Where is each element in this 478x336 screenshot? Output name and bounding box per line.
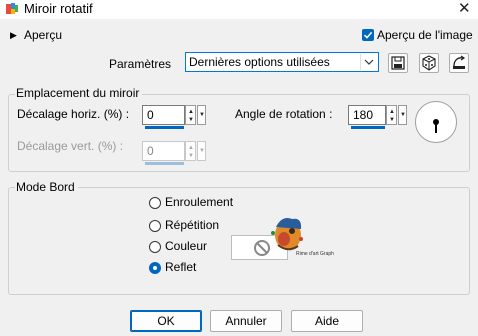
divider — [360, 54, 361, 70]
value-bar — [145, 162, 184, 165]
edge-mode-title: Mode Bord — [15, 180, 78, 194]
up-arrow-icon: ▲ — [188, 145, 194, 151]
radio-color[interactable] — [149, 241, 161, 253]
rotation-angle-dropdown[interactable]: ▼ — [398, 105, 407, 125]
horiz-offset-value: 0 — [147, 108, 154, 122]
watermark-text: Rime d'art Graph — [296, 251, 334, 257]
value-bar — [145, 126, 184, 129]
radio-reflect-label[interactable]: Reflet — [165, 260, 196, 274]
vert-offset-spinner: ▲ ▼ — [185, 141, 196, 161]
down-arrow-icon: ▼ — [188, 153, 194, 159]
radio-reflect[interactable] — [149, 262, 161, 274]
horiz-offset-dropdown[interactable]: ▼ — [197, 105, 206, 125]
radio-repeat[interactable] — [149, 220, 161, 232]
params-select-value: Dernières options utilisées — [189, 55, 330, 69]
params-label: Paramètres — [109, 57, 172, 71]
dial-needle-icon — [433, 119, 439, 133]
params-select[interactable]: Dernières options utilisées — [185, 52, 379, 72]
close-icon[interactable]: ✕ — [458, 0, 471, 17]
save-preset-button[interactable] — [388, 53, 408, 73]
reset-button[interactable] — [449, 53, 469, 73]
vert-offset-input: 0 — [142, 141, 185, 165]
chevron-down-icon: ▼ — [199, 112, 205, 118]
up-arrow-icon: ▲ — [188, 109, 194, 115]
floppy-icon — [391, 56, 405, 70]
image-preview-checkbox[interactable] — [362, 29, 374, 41]
vert-offset-value: 0 — [147, 144, 154, 158]
cancel-button[interactable]: Annuler — [210, 310, 282, 332]
reset-icon — [453, 55, 466, 69]
image-preview-label[interactable]: Aperçu de l'image — [377, 28, 473, 42]
rotation-angle-input[interactable]: 180 — [348, 105, 386, 129]
vert-offset-label: Décalage vert. (%) : — [17, 139, 124, 153]
horiz-offset-label: Décalage horiz. (%) : — [17, 107, 130, 121]
rotation-angle-value: 180 — [353, 108, 374, 122]
app-icon — [5, 2, 19, 16]
window-title: Miroir rotatif — [24, 1, 93, 16]
rotation-dial[interactable] — [415, 101, 457, 143]
chevron-down-icon — [364, 59, 374, 65]
ok-button[interactable]: OK — [130, 310, 202, 332]
checkmark-icon — [363, 31, 373, 39]
radio-repeat-label[interactable]: Répétition — [165, 218, 219, 232]
mirror-position-title: Emplacement du miroir — [15, 86, 143, 100]
horiz-offset-spinner[interactable]: ▲ ▼ — [185, 105, 196, 125]
chevron-down-icon: ▼ — [199, 148, 205, 154]
help-button[interactable]: Aide — [291, 310, 363, 332]
chevron-down-icon: ▼ — [400, 112, 406, 118]
up-arrow-icon: ▲ — [389, 109, 395, 115]
radio-color-label[interactable]: Couleur — [165, 239, 207, 253]
down-arrow-icon: ▼ — [389, 117, 395, 123]
value-bar — [351, 126, 385, 129]
radio-wrap-label[interactable]: Enroulement — [165, 195, 233, 209]
expand-arrow-icon[interactable]: ▶ — [10, 30, 17, 41]
randomize-button[interactable] — [419, 53, 439, 73]
down-arrow-icon: ▼ — [188, 117, 194, 123]
dice-icon — [422, 55, 436, 71]
vert-offset-dropdown: ▼ — [197, 141, 206, 161]
horiz-offset-input[interactable]: 0 — [142, 105, 185, 129]
rotation-angle-label: Angle de rotation : — [235, 107, 333, 121]
preview-toggle[interactable]: Aperçu — [24, 28, 62, 42]
rotation-angle-spinner[interactable]: ▲ ▼ — [386, 105, 397, 125]
radio-wrap[interactable] — [149, 197, 161, 209]
